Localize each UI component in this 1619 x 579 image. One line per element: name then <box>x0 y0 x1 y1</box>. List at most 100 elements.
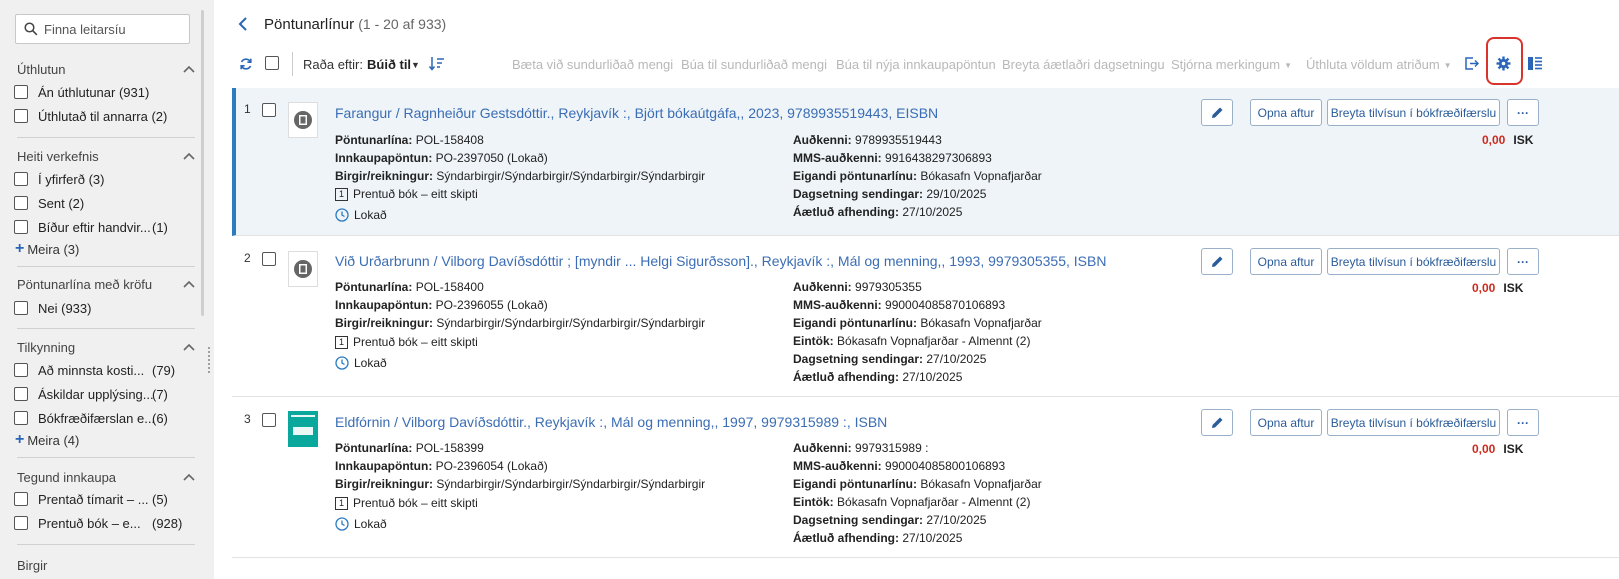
more-actions-button[interactable]: ··· <box>1507 99 1539 126</box>
owner-label: Eigandi pöntunarlínu: <box>793 316 917 330</box>
price-currency: ISK <box>1513 133 1534 147</box>
reopen-button[interactable]: Opna aftur <box>1250 409 1322 436</box>
create-itemized-set-action[interactable]: Búa til sundurliðað mengi <box>681 57 827 72</box>
row-checkbox[interactable] <box>262 413 276 427</box>
facet-item[interactable]: Bókfræðifærslan e... (6) <box>14 409 194 427</box>
select-all-checkbox[interactable] <box>265 56 279 70</box>
facet-item[interactable]: Úthlutað til annarra (2) <box>14 107 194 125</box>
reopen-button[interactable]: Opna aftur <box>1250 99 1322 126</box>
status-line: Lokað <box>335 517 387 531</box>
expected-date-field: Áætluð afhending: 27/10/2025 <box>793 370 962 384</box>
order-line-row[interactable]: 1 Farangur / Ragnheiður Gestsdóttir., Re… <box>232 88 1619 236</box>
chevron-up-icon[interactable] <box>183 280 195 288</box>
vendor-label: Birgir/reikningur: <box>335 169 434 183</box>
book-placeholder-icon <box>294 260 312 278</box>
facet-item-label: Úthlutað til annarra (2) <box>38 108 168 124</box>
change-expected-date-action[interactable]: Breyta áætlaðri dagsetningu <box>1002 57 1165 72</box>
assign-selected-action[interactable]: Úthluta völdum atriðum ▼ <box>1306 57 1452 72</box>
facet-item[interactable]: Prentuð bók – e... (928) <box>14 514 194 532</box>
facet-header-alert[interactable]: Tilkynning <box>17 338 195 356</box>
more-actions-button[interactable]: ··· <box>1507 248 1539 275</box>
facet-checkbox[interactable] <box>14 196 28 210</box>
facet-checkbox[interactable] <box>14 363 28 377</box>
resize-handle[interactable] <box>207 346 211 374</box>
pol-label: Pöntunarlína: <box>335 133 413 147</box>
facet-item[interactable]: Að minnsta kosti... (79) <box>14 361 194 379</box>
more-actions-button[interactable]: ··· <box>1507 409 1539 436</box>
owner-value: Bókasafn Vopnafjarðar <box>920 316 1042 330</box>
format-label: Prentuð bók – eitt skipti <box>353 496 478 510</box>
facet-header-assignment[interactable]: Úthlutun <box>17 60 195 78</box>
reopen-button[interactable]: Opna aftur <box>1250 248 1322 275</box>
back-arrow-icon[interactable] <box>236 15 250 33</box>
toolbar-divider <box>292 52 293 76</box>
add-to-itemized-set-action[interactable]: Bæta við sundurliðað mengi <box>512 57 673 72</box>
row-checkbox[interactable] <box>262 252 276 266</box>
id-value: 9789935519443 <box>855 133 942 147</box>
facet-search-input[interactable] <box>42 20 182 38</box>
facet-header-purchase-type[interactable]: Tegund innkaupa <box>17 468 195 486</box>
facet-item[interactable]: Í yfirferð (3) <box>14 170 194 188</box>
facet-checkbox[interactable] <box>14 387 28 401</box>
sent-label: Dagsetning sendingar: <box>793 513 924 527</box>
order-line-row[interactable]: 3 Eldfórnin / Vilborg Davíðsdóttir., Rey… <box>232 398 1619 558</box>
facet-search-box[interactable] <box>15 14 190 44</box>
facet-header-vendor[interactable]: Birgir <box>17 556 195 574</box>
facet-item[interactable]: Nei (933) <box>14 299 194 317</box>
sidebar-scrollbar[interactable] <box>201 10 204 316</box>
status-label: Lokað <box>354 208 387 222</box>
facet-checkbox[interactable] <box>14 172 28 186</box>
change-bib-reference-button[interactable]: Breyta tilvísun í bókfræðifærslu <box>1327 99 1500 126</box>
export-icon[interactable] <box>1464 56 1479 71</box>
facet-item[interactable]: Án úthlutunar (931) <box>14 83 194 101</box>
change-bib-reference-button[interactable]: Breyta tilvísun í bókfræðifærslu <box>1327 248 1500 275</box>
facet-item[interactable]: Prentað tímarit – ... (5) <box>14 490 194 508</box>
format-line: 1 Prentuð bók – eitt skipti <box>335 496 478 510</box>
facet-divider <box>17 457 195 458</box>
price-currency: ISK <box>1503 281 1524 295</box>
facet-checkbox[interactable] <box>14 109 28 123</box>
chevron-up-icon[interactable] <box>183 152 195 160</box>
id-field: Auðkenni: 9979315989 : <box>793 441 928 455</box>
row-checkbox[interactable] <box>262 103 276 117</box>
order-line-row[interactable]: 2 Við Urðarbrunn / Vilborg Davíðsdóttir … <box>232 237 1619 397</box>
create-new-po-action[interactable]: Búa til nýja innkaupapöntun <box>836 57 996 72</box>
pencil-icon <box>1211 107 1222 118</box>
facet-header-task[interactable]: Heiti verkefnis <box>17 147 195 165</box>
edit-button[interactable] <box>1201 99 1233 126</box>
facet-header-claim[interactable]: Pöntunarlína með kröfu <box>17 275 195 293</box>
price: 0,00 ISK <box>1482 133 1533 147</box>
sort-direction-icon[interactable] <box>429 56 445 71</box>
chevron-up-icon[interactable] <box>183 65 195 73</box>
manage-tags-action[interactable]: Stjórna merkingum ▼ <box>1171 57 1292 72</box>
id-label: Auðkenni: <box>793 133 852 147</box>
edit-button[interactable] <box>1201 409 1233 436</box>
split-view-icon[interactable] <box>1527 56 1543 71</box>
row-title-link[interactable]: Eldfórnin / Vilborg Davíðsdóttir., Reykj… <box>335 414 887 430</box>
mms-label: MMS-auðkenni: <box>793 298 882 312</box>
facet-more-link[interactable]: + Meira (3) <box>15 241 79 257</box>
facet-item[interactable]: Sent (2) <box>14 194 194 212</box>
chevron-up-icon[interactable] <box>183 343 195 351</box>
sort-field-dropdown[interactable]: Búið til <box>367 57 411 72</box>
facet-checkbox[interactable] <box>14 516 28 530</box>
facet-item[interactable]: Áskildar upplýsing... (7) <box>14 385 194 403</box>
refresh-icon[interactable] <box>239 57 253 71</box>
caret-down-icon[interactable]: ▼ <box>411 60 420 70</box>
caret-down-icon: ▼ <box>1443 61 1452 71</box>
row-title-link[interactable]: Farangur / Ragnheiður Gestsdóttir., Reyk… <box>335 105 938 121</box>
row-title-link[interactable]: Við Urðarbrunn / Vilborg Davíðsdóttir ; … <box>335 253 1106 269</box>
facet-item[interactable]: Bíður eftir handvir... (1) <box>14 218 194 236</box>
facet-checkbox[interactable] <box>14 492 28 506</box>
edit-button[interactable] <box>1201 248 1233 275</box>
facet-more-link[interactable]: + Meira (4) <box>15 432 79 448</box>
format-label: Prentuð bók – eitt skipti <box>353 187 478 201</box>
facet-checkbox[interactable] <box>14 220 28 234</box>
facet-checkbox[interactable] <box>14 85 28 99</box>
po-value: PO-2396054 (Lokað) <box>435 459 548 473</box>
facet-checkbox[interactable] <box>14 301 28 315</box>
chevron-up-icon[interactable] <box>183 473 195 481</box>
change-bib-reference-button[interactable]: Breyta tilvísun í bókfræðifærslu <box>1327 409 1500 436</box>
facet-checkbox[interactable] <box>14 411 28 425</box>
book-thumbnail <box>288 251 318 287</box>
